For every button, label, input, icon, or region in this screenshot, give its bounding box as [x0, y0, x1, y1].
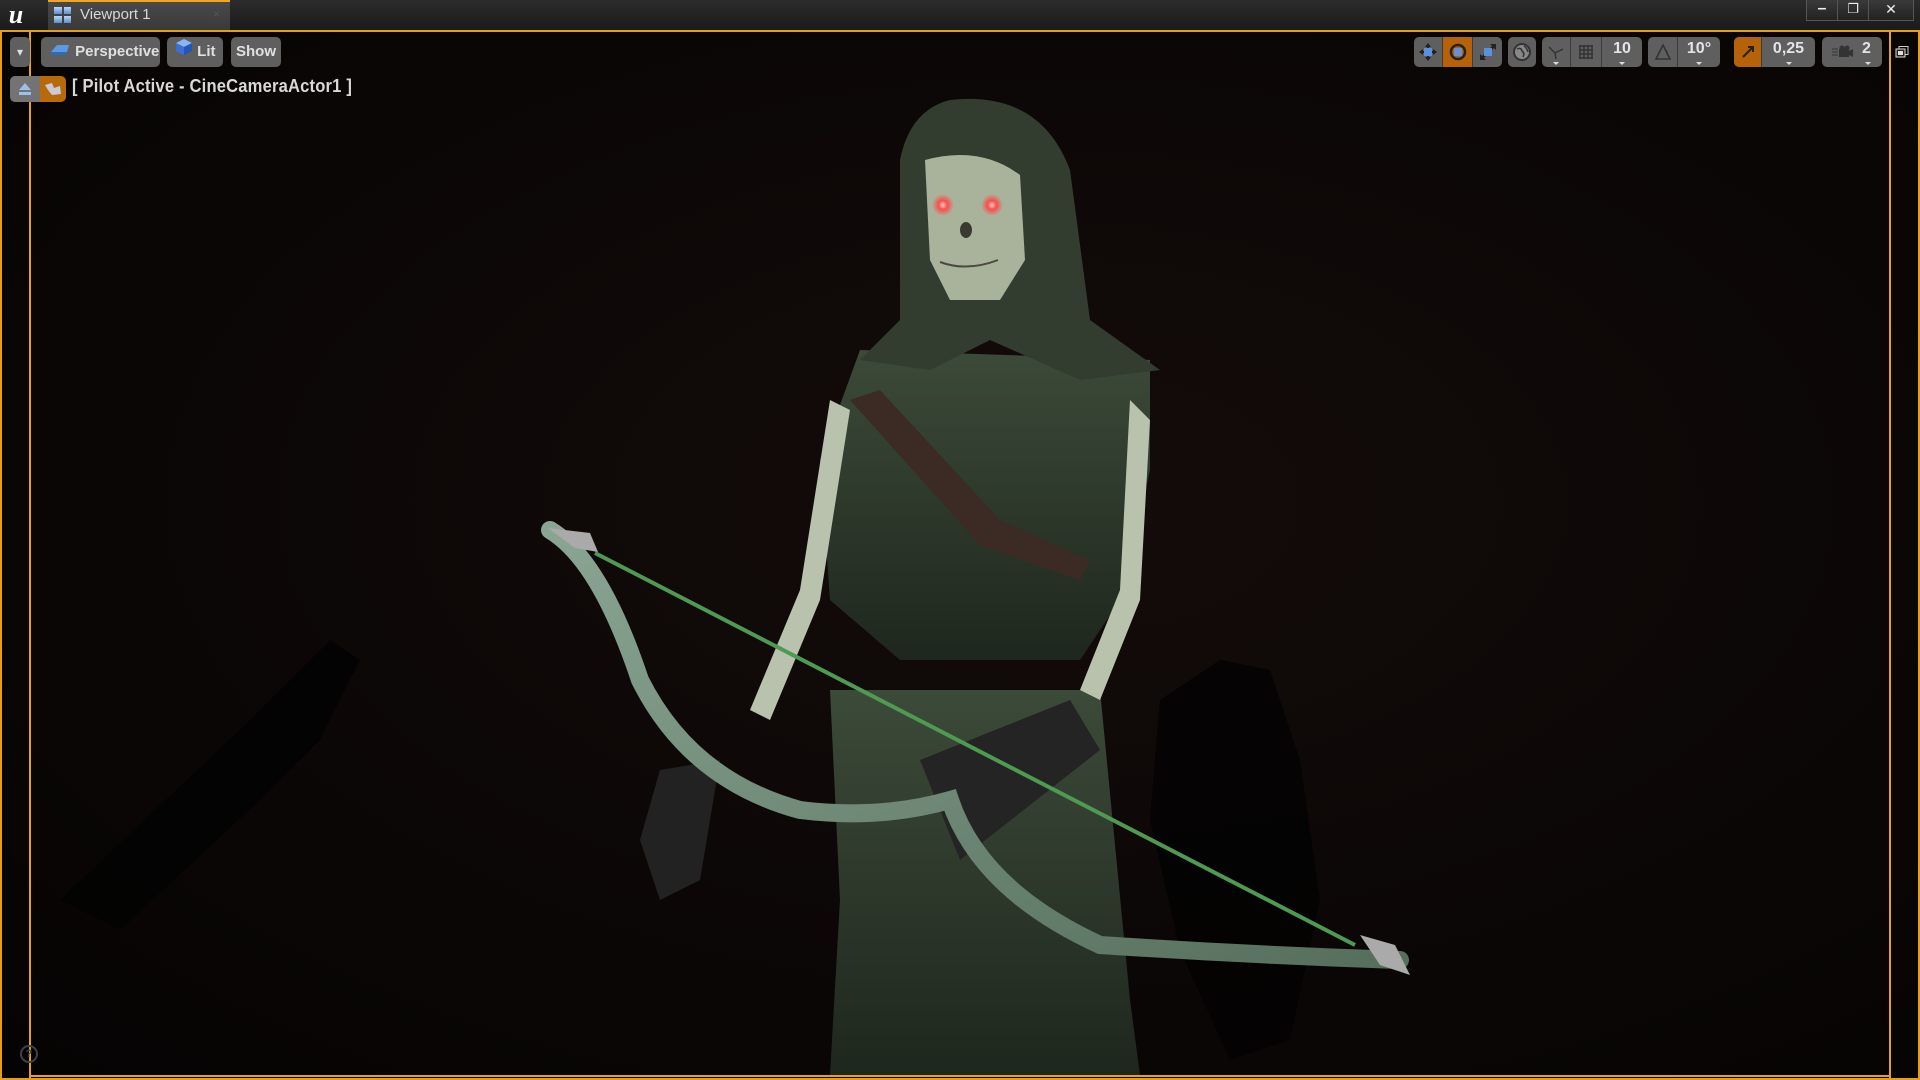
- skull: [925, 155, 1025, 300]
- show-button[interactable]: Show: [231, 37, 281, 67]
- globe-icon: [1513, 43, 1531, 61]
- unreal-logo-icon[interactable]: u: [2, 1, 30, 29]
- minimize-button[interactable]: –: [1806, 0, 1838, 21]
- rotation-snap-value-dropdown[interactable]: 10°: [1678, 37, 1720, 67]
- maximize-restore-icon: [1895, 46, 1909, 58]
- scale-snap-group: 0,25: [1734, 37, 1815, 67]
- help-icon[interactable]: ?: [20, 1045, 38, 1063]
- angle-icon: [1654, 43, 1671, 60]
- maximize-viewport-button[interactable]: [1895, 45, 1909, 58]
- left-glove: [640, 760, 720, 900]
- lighting-mode-button[interactable]: Lit: [167, 37, 223, 67]
- camera-speed-dropdown[interactable]: 2: [1822, 37, 1882, 67]
- pilot-camera-icon: [45, 83, 61, 95]
- close-button[interactable]: ✕: [1868, 0, 1914, 21]
- camera-speed-value: 2: [1862, 40, 1871, 57]
- scale-snap-value: 0,25: [1772, 40, 1805, 57]
- eject-icon: [19, 83, 31, 95]
- scale-snap-value-dropdown[interactable]: 0,25: [1762, 37, 1815, 67]
- viewport-icon: [54, 7, 71, 23]
- pilot-status-label: [ Pilot Active - CineCameraActor1 ]: [72, 76, 353, 96]
- nose-cavity: [960, 222, 972, 238]
- shadow-right: [1150, 660, 1320, 1060]
- coordinate-system-button[interactable]: [1508, 37, 1536, 67]
- scale-snap-icon: [1741, 46, 1754, 58]
- surface-snap-icon: [1548, 46, 1564, 60]
- tab-viewport-1[interactable]: Viewport 1 ×: [48, 0, 230, 30]
- scale-snap-toggle[interactable]: [1734, 37, 1762, 67]
- pilot-actor-button[interactable]: [40, 76, 66, 102]
- viewport-frame-left: [29, 30, 31, 1078]
- surface-snapping-button[interactable]: [1542, 37, 1571, 67]
- grid-snap-value-dropdown[interactable]: 10: [1602, 37, 1642, 67]
- shadow-left: [60, 640, 360, 930]
- scale-tool-button[interactable]: [1473, 37, 1502, 67]
- perspective-icon: [49, 37, 71, 67]
- rotation-snap-toggle[interactable]: [1648, 37, 1678, 67]
- tab-active-indicator: [48, 0, 230, 2]
- view-mode-button[interactable]: Perspective: [41, 37, 160, 67]
- grid-snap-value: 10: [1613, 40, 1631, 57]
- rotate-icon: [1449, 43, 1466, 61]
- rotation-snap-group: 10°: [1648, 37, 1720, 67]
- view-mode-label: Perspective: [75, 43, 160, 60]
- viewport-options-dropdown[interactable]: ▾: [10, 37, 30, 67]
- coordinate-system-group: [1508, 37, 1536, 67]
- lighting-mode-label: Lit: [197, 43, 216, 60]
- camera-speed-group: 2: [1822, 37, 1882, 67]
- rotate-tool-button[interactable]: [1443, 37, 1473, 67]
- tab-close-icon[interactable]: ×: [213, 7, 220, 21]
- grid-icon: [1579, 45, 1593, 59]
- title-bar: u Viewport 1 × – ❐ ✕: [0, 0, 1920, 30]
- eject-pilot-button[interactable]: [10, 76, 40, 102]
- viewport-frame-bottom: [29, 1075, 1891, 1077]
- tab-label: Viewport 1: [80, 6, 151, 23]
- restore-button[interactable]: ❐: [1837, 0, 1869, 21]
- scale-icon: [1479, 44, 1496, 60]
- move-arrows-icon: [1419, 43, 1437, 61]
- translate-tool-button[interactable]: [1414, 37, 1443, 67]
- viewport-frame-right: [1889, 30, 1891, 1078]
- grid-snap-toggle[interactable]: [1571, 37, 1602, 67]
- lit-cube-icon: [175, 37, 193, 67]
- transform-tools-group: [1414, 37, 1502, 67]
- grid-snap-group: 10: [1542, 37, 1642, 67]
- right-eye: [981, 194, 1003, 216]
- scene-render: [60, 98, 1410, 1075]
- camera-speed-icon: [1832, 45, 1853, 57]
- left-eye: [932, 194, 954, 216]
- rotation-snap-value: 10°: [1686, 40, 1712, 57]
